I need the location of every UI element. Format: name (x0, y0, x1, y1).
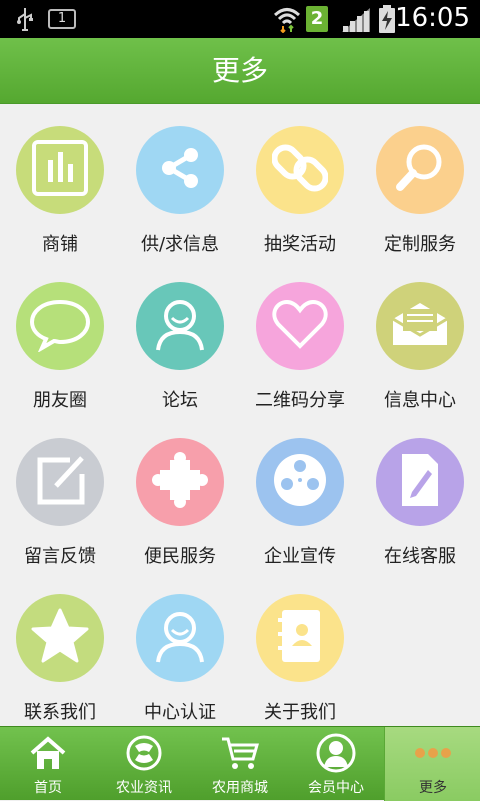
grid-item-circle (256, 594, 344, 682)
tab-label: 更多 (419, 780, 447, 796)
grid-item-label: 关于我们 (264, 702, 336, 723)
battery-charging-icon (378, 5, 396, 37)
grid-item-info-center[interactable]: 信息中心 (360, 260, 480, 416)
address-book-icon (274, 606, 326, 670)
magnifier-icon (392, 140, 448, 200)
wifi-icon (272, 5, 302, 37)
grid-item-label: 商铺 (42, 234, 78, 255)
usb-icon (14, 6, 36, 36)
page-title: 更多 (211, 54, 268, 87)
menu-grid: 商铺 供/求信息 抽奖活动 定制服务 朋友圈 论坛 二维码分享 信息中心 留言反… (0, 104, 480, 726)
grid-item-shops[interactable]: 商铺 (0, 104, 120, 260)
chat-bubble-icon (28, 296, 92, 356)
user-icon (150, 294, 210, 358)
page-header: 更多 (0, 38, 480, 104)
grid-item-label: 定制服务 (384, 234, 456, 255)
home-icon (28, 733, 68, 773)
envelope-icon (389, 299, 451, 353)
tab-label: 农用商城 (212, 780, 268, 796)
grid-item-lottery[interactable]: 抽奖活动 (240, 104, 360, 260)
signal-strength-icon (340, 6, 372, 36)
sim-indicator: 1 (48, 9, 76, 29)
film-reel-icon (270, 450, 330, 514)
grid-item-certification[interactable]: 中心认证 (120, 572, 240, 728)
grid-item-label: 二维码分享 (255, 390, 345, 411)
tab-label: 会员中心 (308, 780, 364, 796)
clock: 16:05 (395, 3, 470, 33)
grid-item-enterprise-promo[interactable]: 企业宣传 (240, 416, 360, 572)
grid-item-label: 信息中心 (384, 390, 456, 411)
tab-agri-mall[interactable]: 农用商城 (192, 727, 288, 801)
grid-item-circle (256, 282, 344, 370)
member-icon (316, 733, 356, 773)
grid-item-label: 留言反馈 (24, 546, 96, 567)
grid-item-circle (136, 594, 224, 682)
link-chain-icon (271, 140, 329, 200)
tab-label: 农业资讯 (116, 780, 172, 796)
grid-item-circle (376, 438, 464, 526)
cart-icon (220, 733, 260, 773)
grid-item-about-us[interactable]: 关于我们 (240, 572, 360, 728)
grid-item-online-support[interactable]: 在线客服 (360, 416, 480, 572)
grid-item-circle (16, 438, 104, 526)
grid-item-feedback[interactable]: 留言反馈 (0, 416, 120, 572)
bar-chart-icon (30, 138, 90, 202)
grid-item-circle (256, 438, 344, 526)
grid-item-circle (136, 438, 224, 526)
share-icon (155, 143, 205, 197)
tab-label: 首页 (34, 780, 62, 796)
network-type-badge: 2 (306, 6, 328, 32)
tab-agri-news[interactable]: 农业资讯 (96, 727, 192, 801)
grid-item-label: 联系我们 (24, 702, 96, 723)
grid-item-label: 供/求信息 (140, 234, 220, 255)
tab-more[interactable]: 更多 (384, 727, 480, 801)
grid-item-qrcode-share[interactable]: 二维码分享 (240, 260, 360, 416)
grid-item-convenience[interactable]: 便民服务 (120, 416, 240, 572)
heart-icon (270, 296, 330, 356)
more-dots-icon (413, 733, 453, 773)
document-edit-icon (392, 450, 448, 514)
grid-item-label: 朋友圈 (33, 390, 87, 411)
tab-home[interactable]: 首页 (0, 727, 96, 801)
grid-item-circle (136, 282, 224, 370)
grid-item-circle (136, 126, 224, 214)
grid-item-moments[interactable]: 朋友圈 (0, 260, 120, 416)
grid-item-label: 企业宣传 (264, 546, 336, 567)
user-icon (150, 606, 210, 670)
grid-item-circle (16, 126, 104, 214)
puzzle-icon (150, 450, 210, 514)
grid-item-circle (376, 282, 464, 370)
grid-item-label: 在线客服 (384, 546, 456, 567)
grid-item-contact-us[interactable]: 联系我们 (0, 572, 120, 728)
grid-item-label: 中心认证 (144, 702, 216, 723)
grid-item-circle (376, 126, 464, 214)
grid-item-circle (256, 126, 344, 214)
grid-item-label: 抽奖活动 (264, 234, 336, 255)
bottom-tab-bar: 首页 农业资讯 农用商城 会员中心 更多 (0, 726, 480, 801)
tab-member-center[interactable]: 会员中心 (288, 727, 384, 801)
news-icon (124, 733, 164, 773)
edit-note-icon (30, 450, 90, 514)
grid-item-supply-demand[interactable]: 供/求信息 (120, 104, 240, 260)
grid-item-label: 便民服务 (144, 546, 216, 567)
grid-item-custom-service[interactable]: 定制服务 (360, 104, 480, 260)
status-bar: 1 2 16:05 (0, 0, 480, 38)
star-icon (29, 606, 91, 670)
grid-item-circle (16, 594, 104, 682)
grid-item-forum[interactable]: 论坛 (120, 260, 240, 416)
grid-item-circle (16, 282, 104, 370)
grid-item-label: 论坛 (162, 390, 198, 411)
